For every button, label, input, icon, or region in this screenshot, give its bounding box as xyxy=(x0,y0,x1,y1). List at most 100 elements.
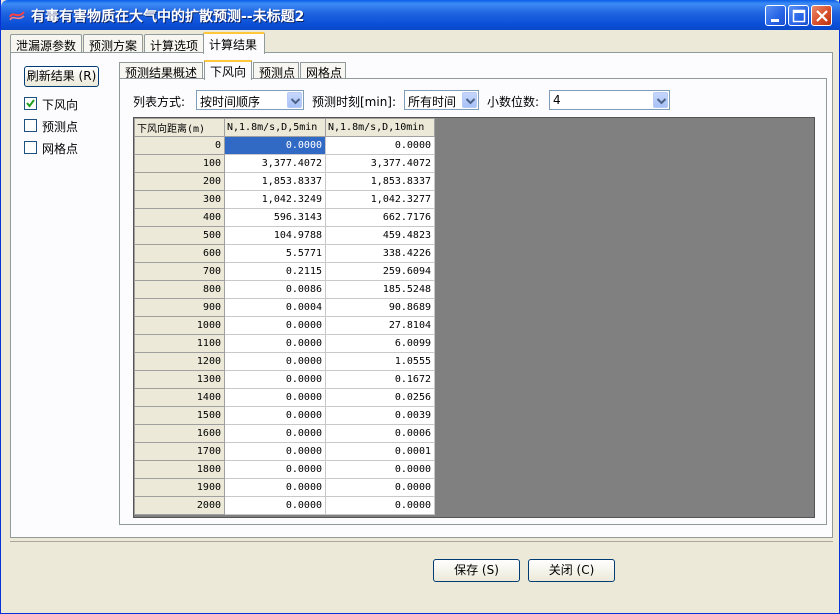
table-row[interactable]: 1500 0.0000 0.0039 xyxy=(134,406,435,425)
tab-leak-source[interactable]: 泄漏源参数 xyxy=(10,34,82,53)
table-row[interactable]: 1600 0.0000 0.0006 xyxy=(134,424,435,443)
row-header-cell[interactable]: 600 xyxy=(134,244,225,263)
close-window-button[interactable] xyxy=(811,5,832,26)
title-bar[interactable]: 有毒有害物质在大气中的扩散预测--未标题2 xyxy=(1,0,840,30)
table-cell[interactable]: 1,042.3249 xyxy=(224,190,326,209)
table-row[interactable]: 200 1,853.8337 1,853.8337 xyxy=(134,172,435,191)
tab-calc-results[interactable]: 计算结果 xyxy=(203,32,265,54)
table-cell[interactable]: 0.0000 xyxy=(325,136,435,155)
table-row[interactable]: 500 104.9788 459.4823 xyxy=(134,226,435,245)
table-cell[interactable]: 1,853.8337 xyxy=(224,172,326,191)
row-header-cell[interactable]: 1500 xyxy=(134,406,225,425)
table-cell[interactable]: 3,377.4072 xyxy=(325,154,435,173)
row-header-cell[interactable]: 500 xyxy=(134,226,225,245)
row-header-cell[interactable]: 100 xyxy=(134,154,225,173)
maximize-button[interactable] xyxy=(788,5,809,26)
table-cell[interactable]: 662.7176 xyxy=(325,208,435,227)
table-cell[interactable]: 0.0000 xyxy=(325,496,435,515)
table-row[interactable]: 1900 0.0000 0.0000 xyxy=(134,478,435,497)
list-mode-select[interactable]: 按时间顺序 xyxy=(196,90,304,110)
table-cell[interactable]: 459.4823 xyxy=(325,226,435,245)
table-row[interactable]: 1300 0.0000 0.1672 xyxy=(134,370,435,389)
table-row[interactable]: 1000 0.0000 27.8104 xyxy=(134,316,435,335)
row-header-cell[interactable]: 1200 xyxy=(134,352,225,371)
row-header-cell[interactable]: 1000 xyxy=(134,316,225,335)
minimize-button[interactable] xyxy=(765,5,786,26)
row-header-cell[interactable]: 700 xyxy=(134,262,225,281)
column-header-10min[interactable]: N,1.8m/s,D,10min xyxy=(325,118,435,137)
row-header-cell[interactable]: 800 xyxy=(134,280,225,299)
table-cell[interactable]: 596.3143 xyxy=(224,208,326,227)
subtab-prediction-point[interactable]: 预测点 xyxy=(253,62,299,80)
table-cell[interactable]: 0.0000 xyxy=(224,388,326,407)
column-header-distance[interactable]: 下风向距离(m) xyxy=(134,118,225,137)
column-header-5min[interactable]: N,1.8m/s,D,5min xyxy=(224,118,326,137)
table-cell[interactable]: 0.0000 xyxy=(224,442,326,461)
table-row[interactable]: 0 0.0000 0.0000 xyxy=(134,136,435,155)
table-cell[interactable]: 0.0000 xyxy=(224,316,326,335)
row-header-cell[interactable]: 1900 xyxy=(134,478,225,497)
table-cell[interactable]: 0.0000 xyxy=(325,460,435,479)
row-header-cell[interactable]: 1400 xyxy=(134,388,225,407)
table-cell[interactable]: 0.0000 xyxy=(224,424,326,443)
table-cell[interactable]: 1,853.8337 xyxy=(325,172,435,191)
table-row[interactable]: 400 596.3143 662.7176 xyxy=(134,208,435,227)
subtab-overview[interactable]: 预测结果概述 xyxy=(119,62,203,80)
row-header-cell[interactable]: 1100 xyxy=(134,334,225,353)
table-row[interactable]: 1800 0.0000 0.0000 xyxy=(134,460,435,479)
table-cell[interactable]: 0.0000 xyxy=(224,136,326,155)
list-mode-dropdown-button[interactable] xyxy=(287,92,302,108)
table-row[interactable]: 100 3,377.4072 3,377.4072 xyxy=(134,154,435,173)
results-grid[interactable]: 下风向距离(m) N,1.8m/s,D,5min N,1.8m/s,D,10mi… xyxy=(133,117,815,518)
table-cell[interactable]: 0.0006 xyxy=(325,424,435,443)
row-header-cell[interactable]: 0 xyxy=(134,136,225,155)
table-row[interactable]: 800 0.0086 185.5248 xyxy=(134,280,435,299)
close-button[interactable]: 关闭 (C) xyxy=(528,559,615,582)
decimal-places-dropdown-button[interactable] xyxy=(653,92,668,108)
row-header-cell[interactable]: 200 xyxy=(134,172,225,191)
save-button[interactable]: 保存 (S) xyxy=(433,559,520,582)
table-cell[interactable]: 0.2115 xyxy=(224,262,326,281)
table-row[interactable]: 1400 0.0000 0.0256 xyxy=(134,388,435,407)
table-row[interactable]: 1100 0.0000 6.0099 xyxy=(134,334,435,353)
row-header-cell[interactable]: 1600 xyxy=(134,424,225,443)
row-header-cell[interactable]: 300 xyxy=(134,190,225,209)
table-cell[interactable]: 0.0256 xyxy=(325,388,435,407)
table-row[interactable]: 900 0.0004 90.8689 xyxy=(134,298,435,317)
table-cell[interactable]: 1.0555 xyxy=(325,352,435,371)
table-cell[interactable]: 0.0000 xyxy=(325,478,435,497)
table-cell[interactable]: 0.0000 xyxy=(224,478,326,497)
table-cell[interactable]: 0.0004 xyxy=(224,298,326,317)
row-header-cell[interactable]: 400 xyxy=(134,208,225,227)
table-cell[interactable]: 0.0000 xyxy=(224,334,326,353)
row-header-cell[interactable]: 2000 xyxy=(134,496,225,515)
table-cell[interactable]: 0.0000 xyxy=(224,352,326,371)
table-cell[interactable]: 3,377.4072 xyxy=(224,154,326,173)
row-header-cell[interactable]: 1700 xyxy=(134,442,225,461)
table-row[interactable]: 2000 0.0000 0.0000 xyxy=(134,496,435,515)
table-cell[interactable]: 6.0099 xyxy=(325,334,435,353)
prediction-time-dropdown-button[interactable] xyxy=(462,92,477,108)
checkbox-box[interactable] xyxy=(24,141,37,154)
table-row[interactable]: 600 5.5771 338.4226 xyxy=(134,244,435,263)
row-header-cell[interactable]: 1800 xyxy=(134,460,225,479)
table-cell[interactable]: 338.4226 xyxy=(325,244,435,263)
table-cell[interactable]: 27.8104 xyxy=(325,316,435,335)
decimal-places-select[interactable]: 4 xyxy=(549,90,670,110)
row-header-cell[interactable]: 1300 xyxy=(134,370,225,389)
table-cell[interactable]: 104.9788 xyxy=(224,226,326,245)
table-cell[interactable]: 259.6094 xyxy=(325,262,435,281)
refresh-results-button[interactable]: 刷新结果 (R) xyxy=(24,66,99,87)
table-cell[interactable]: 0.0001 xyxy=(325,442,435,461)
table-cell[interactable]: 90.8689 xyxy=(325,298,435,317)
table-cell[interactable]: 5.5771 xyxy=(224,244,326,263)
table-row[interactable]: 300 1,042.3249 1,042.3277 xyxy=(134,190,435,209)
table-cell[interactable]: 0.0000 xyxy=(224,496,326,515)
prediction-time-select[interactable]: 所有时间 xyxy=(404,90,479,110)
row-header-cell[interactable]: 900 xyxy=(134,298,225,317)
table-cell[interactable]: 0.0000 xyxy=(224,406,326,425)
table-cell[interactable]: 0.0000 xyxy=(224,370,326,389)
subtab-downwind[interactable]: 下风向 xyxy=(204,60,252,80)
checkbox-box[interactable] xyxy=(24,97,37,110)
table-row[interactable]: 700 0.2115 259.6094 xyxy=(134,262,435,281)
